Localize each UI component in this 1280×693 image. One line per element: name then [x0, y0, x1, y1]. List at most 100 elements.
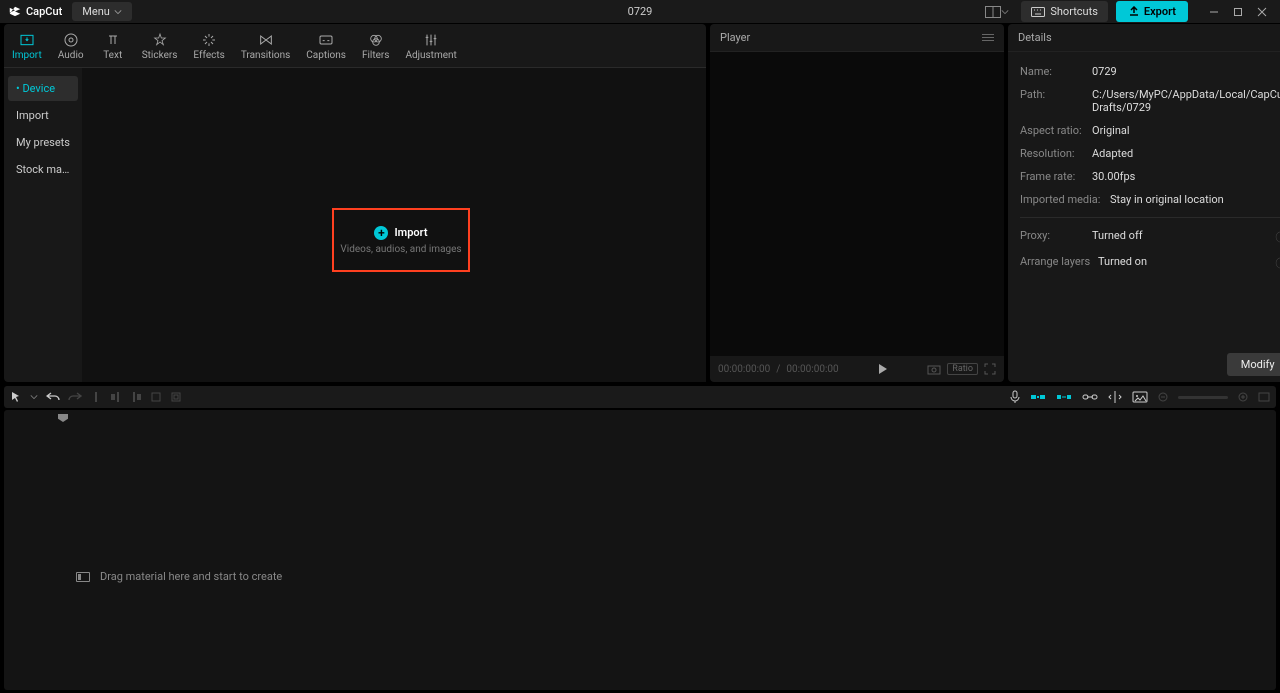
- player-controls: 00:00:00:00 / 00:00:00:00 Ratio: [710, 356, 1004, 382]
- label-aspect: Aspect ratio:: [1020, 124, 1092, 137]
- capcut-icon: [8, 5, 22, 19]
- sidebar-item-presets[interactable]: My presets: [8, 130, 78, 155]
- value-aspect: Original: [1092, 124, 1280, 137]
- timeline-hint-text: Drag material here and start to create: [100, 570, 282, 583]
- value-path: C:/Users/MyPC/AppData/Local/CapCut Draft…: [1092, 88, 1280, 114]
- time-current: 00:00:00:00: [718, 364, 770, 375]
- record-audio-button[interactable]: [1010, 390, 1020, 404]
- tab-effects[interactable]: Effects: [185, 30, 232, 67]
- trash-icon: [150, 391, 162, 403]
- tab-import[interactable]: Import: [4, 30, 50, 67]
- sidebar-item-device[interactable]: • Device: [8, 76, 78, 101]
- value-name: 0729: [1092, 65, 1280, 78]
- sidebar-item-stock[interactable]: Stock mate...: [8, 157, 78, 182]
- layers-info-icon[interactable]: ⓘ: [1276, 255, 1280, 271]
- player-title: Player: [720, 31, 750, 44]
- magnet-auto-icon: [1056, 391, 1072, 403]
- zoom-slider[interactable]: [1178, 396, 1228, 399]
- close-icon: [1257, 7, 1267, 17]
- snapshot-button[interactable]: [927, 363, 941, 375]
- import-title: Import: [394, 226, 427, 239]
- delete-right-icon: [130, 391, 142, 403]
- magnet-auto-button[interactable]: [1056, 391, 1072, 403]
- zoom-fit-button[interactable]: [1258, 392, 1270, 402]
- keyboard-icon: [1031, 7, 1045, 17]
- tab-captions[interactable]: Captions: [298, 30, 354, 67]
- proxy-info-icon[interactable]: ⓘ: [1276, 229, 1280, 245]
- minimize-button[interactable]: [1204, 2, 1224, 22]
- shortcuts-button[interactable]: Shortcuts: [1021, 1, 1108, 22]
- tab-filters[interactable]: Filters: [354, 30, 398, 67]
- shortcuts-label: Shortcuts: [1050, 5, 1098, 18]
- layout-button[interactable]: [981, 4, 1013, 20]
- cursor-dropdown[interactable]: [30, 393, 38, 401]
- fullscreen-button[interactable]: [984, 363, 996, 375]
- divider: [1020, 217, 1280, 218]
- label-name: Name:: [1020, 65, 1092, 78]
- magnet-main-icon: [1030, 391, 1046, 403]
- transitions-icon: [258, 32, 274, 48]
- top-tabs: Import Audio Text Stickers Effects Trans…: [4, 24, 706, 68]
- undo-icon: [46, 391, 60, 403]
- zoom-in-button[interactable]: [1238, 392, 1248, 402]
- label-imported-media: Imported media:: [1020, 193, 1110, 206]
- undo-button[interactable]: [46, 391, 60, 403]
- playhead[interactable]: [58, 414, 68, 422]
- maximize-button[interactable]: [1228, 2, 1248, 22]
- link-button[interactable]: [1082, 392, 1098, 402]
- tab-text[interactable]: Text: [92, 30, 134, 67]
- label-proxy: Proxy:: [1020, 229, 1092, 245]
- tab-audio[interactable]: Audio: [50, 30, 92, 67]
- details-title: Details: [1018, 31, 1052, 44]
- titlebar: CapCut Menu 0729 Shortcuts Export: [0, 0, 1280, 24]
- cursor-tool[interactable]: [10, 391, 22, 403]
- player-viewport: [710, 52, 1004, 356]
- value-imported-media: Stay in original location: [1110, 193, 1280, 206]
- redo-button[interactable]: [68, 391, 82, 403]
- sidebar-item-import[interactable]: Import: [8, 103, 78, 128]
- tab-adjustment[interactable]: Adjustment: [397, 30, 464, 67]
- tab-label: Stickers: [142, 50, 178, 61]
- redo-icon: [68, 391, 82, 403]
- sidebar-label: Device: [22, 82, 55, 95]
- delete-left-button[interactable]: [110, 391, 122, 403]
- timeline-hint: Drag material here and start to create: [76, 570, 282, 583]
- plus-icon: +: [374, 226, 388, 240]
- time-total: 00:00:00:00: [786, 364, 838, 375]
- plus-icon: [1238, 392, 1248, 402]
- close-button[interactable]: [1252, 2, 1272, 22]
- tab-label: Transitions: [241, 50, 290, 61]
- label-path: Path:: [1020, 88, 1092, 114]
- ratio-button[interactable]: Ratio: [947, 363, 978, 375]
- play-icon: [878, 363, 888, 375]
- modify-button[interactable]: Modify: [1227, 353, 1280, 376]
- delete-button[interactable]: [150, 391, 162, 403]
- tab-stickers[interactable]: Stickers: [134, 30, 186, 67]
- split-button[interactable]: [90, 391, 102, 403]
- zoom-out-button[interactable]: [1158, 392, 1168, 402]
- timeline[interactable]: Drag material here and start to create: [4, 410, 1276, 690]
- cover-button[interactable]: [1132, 391, 1148, 403]
- camera-icon: [927, 363, 941, 375]
- tab-transitions[interactable]: Transitions: [233, 30, 298, 67]
- text-icon: [105, 32, 121, 48]
- side-nav: • Device Import My presets Stock mate...: [4, 68, 82, 382]
- player-menu-icon[interactable]: [982, 34, 994, 41]
- crop-button[interactable]: [170, 391, 182, 403]
- magnet-main-button[interactable]: [1030, 391, 1046, 403]
- play-button[interactable]: [878, 363, 888, 375]
- minimize-icon: [1209, 7, 1219, 17]
- delete-right-button[interactable]: [130, 391, 142, 403]
- crop-icon: [170, 391, 182, 403]
- preview-axis-button[interactable]: [1108, 391, 1122, 403]
- export-button[interactable]: Export: [1116, 1, 1188, 22]
- tab-label: Audio: [58, 50, 84, 61]
- time-sep: /: [776, 364, 780, 375]
- layout-icon: [985, 6, 1001, 18]
- import-dropzone[interactable]: + Import Videos, audios, and images: [332, 208, 470, 272]
- menu-button[interactable]: Menu: [72, 2, 132, 21]
- import-subtitle: Videos, audios, and images: [340, 244, 461, 255]
- audio-icon: [63, 32, 79, 48]
- media-panel: Import Audio Text Stickers Effects Trans…: [4, 24, 706, 382]
- label-framerate: Frame rate:: [1020, 170, 1092, 183]
